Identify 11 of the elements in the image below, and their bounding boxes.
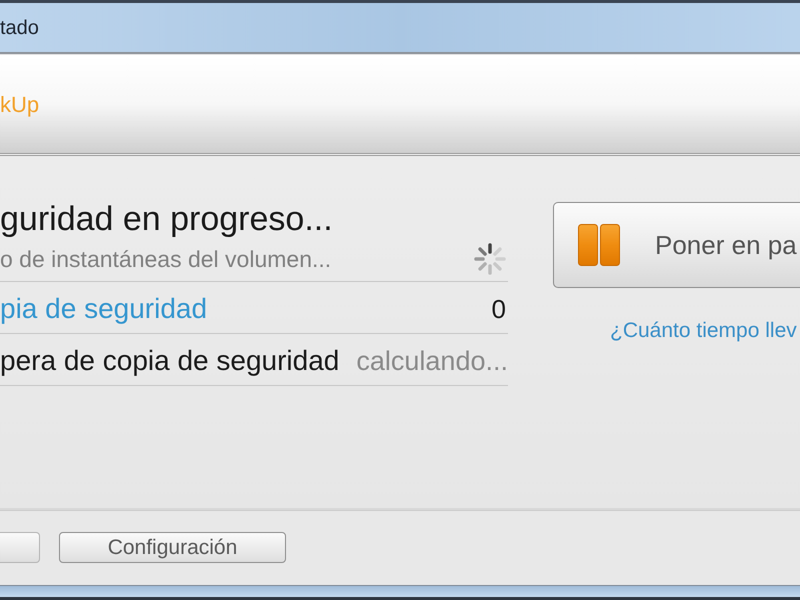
status-detail: o de instantáneas del volumen... [0, 248, 332, 271]
row-value: calculando... [356, 348, 508, 374]
pause-icon [578, 224, 620, 266]
status-heading: guridad en progreso... [0, 200, 334, 238]
row-label: pera de copia de seguridad [0, 347, 340, 375]
row-value: 0 [492, 296, 506, 322]
help-link[interactable]: ¿Cuánto tiempo llev [610, 320, 800, 341]
product-name: kUp [0, 94, 40, 116]
pause-button[interactable]: Poner en pa [553, 202, 800, 288]
window-title: tado [0, 18, 39, 38]
footer-button[interactable]: Configuración [59, 532, 286, 563]
